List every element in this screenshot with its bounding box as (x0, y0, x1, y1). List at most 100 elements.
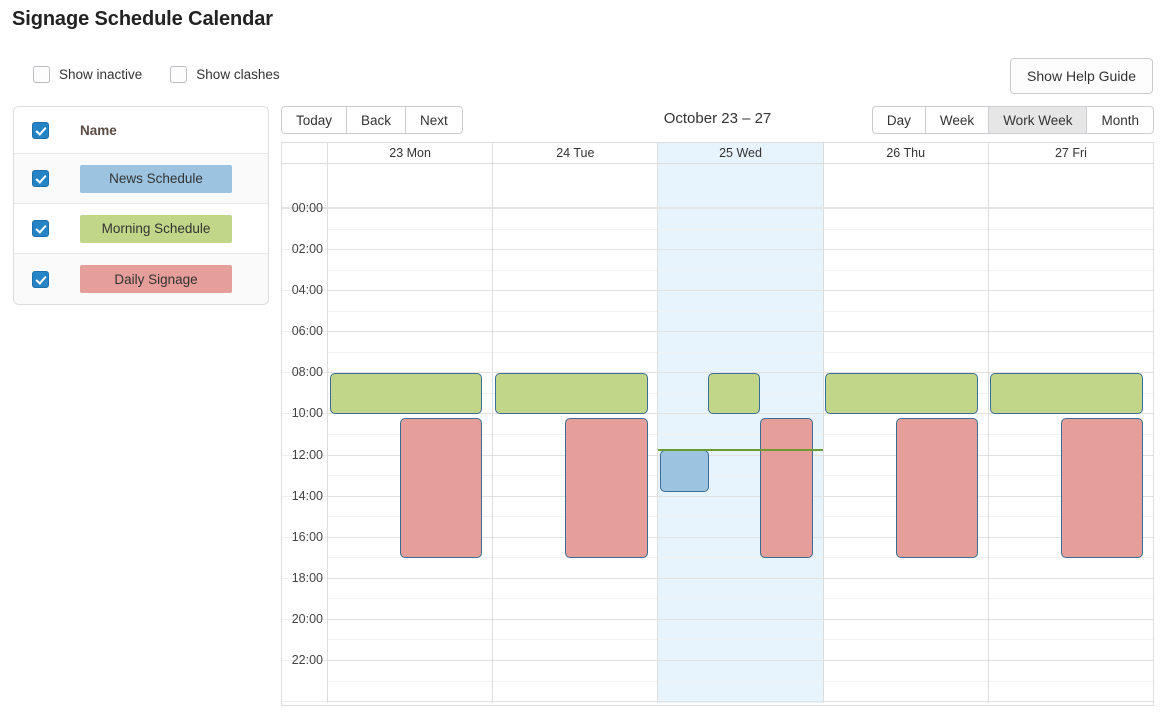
day-column-3[interactable] (823, 209, 989, 703)
day-column-4[interactable] (988, 209, 1153, 703)
view-month-button[interactable]: Month (1086, 106, 1154, 134)
view-day-button[interactable]: Day (871, 106, 925, 134)
view-work-week-button[interactable]: Work Week (988, 106, 1087, 134)
calendar-event[interactable] (760, 417, 813, 559)
day-column-1[interactable] (493, 209, 659, 703)
grid-subrow (328, 558, 493, 579)
calendar-event[interactable] (660, 450, 710, 492)
grid-cell[interactable] (658, 209, 823, 251)
morning-checkbox-cell[interactable] (32, 220, 80, 237)
day-header-3[interactable]: 26 Thu (824, 143, 989, 163)
grid-subrow (988, 599, 1153, 620)
view-week-button[interactable]: Week (924, 106, 989, 134)
grid-cell[interactable] (328, 332, 493, 374)
news-schedule-chip[interactable]: News Schedule (80, 164, 232, 193)
all-day-cell-4[interactable] (989, 164, 1153, 207)
grid-cell[interactable] (988, 332, 1153, 374)
time-slot-11: 22:00 (282, 653, 327, 703)
grid-cell[interactable] (328, 579, 493, 620)
news-checkbox-cell[interactable] (32, 170, 80, 187)
daily-signage-chip[interactable]: Daily Signage (80, 265, 232, 293)
grid-subrow (658, 250, 823, 271)
grid-cell[interactable] (823, 291, 988, 333)
view-switcher-group: Day Week Work Week Month (871, 106, 1154, 134)
show-clashes-checkbox[interactable] (170, 66, 188, 83)
grid-cell[interactable] (658, 332, 823, 374)
grid-subrow (988, 640, 1153, 662)
calendar-event[interactable] (329, 373, 483, 415)
grid-cell[interactable] (328, 620, 493, 662)
schedule-row-news[interactable]: News Schedule (14, 154, 268, 204)
grid-cell[interactable] (658, 291, 823, 333)
all-day-cell-1[interactable] (493, 164, 659, 207)
calendar-toolbar: Today Back Next October 23 – 27 Day Week… (281, 106, 1154, 138)
grid-subrow (658, 579, 823, 600)
grid-cell[interactable] (328, 661, 493, 703)
schedule-row-morning[interactable]: Morning Schedule (14, 204, 268, 254)
grid-cell[interactable] (988, 291, 1153, 333)
grid-cell[interactable] (328, 291, 493, 333)
all-day-cell-3[interactable] (824, 164, 989, 207)
morning-schedule-chip[interactable]: Morning Schedule (80, 214, 232, 243)
all-day-cell-0[interactable] (328, 164, 494, 207)
calendar-event[interactable] (565, 417, 648, 559)
day-header-1[interactable]: 24 Tue (493, 143, 659, 163)
grid-cell[interactable] (988, 620, 1153, 662)
day-header-2[interactable]: 25 Wed (658, 143, 824, 163)
daily-signage-checkbox[interactable] (32, 270, 49, 288)
grid-cell[interactable] (823, 250, 988, 292)
calendar-event[interactable] (895, 417, 978, 559)
grid-cell[interactable] (493, 332, 658, 374)
select-all-checkbox[interactable] (32, 121, 49, 139)
calendar-event[interactable] (400, 417, 483, 559)
header-gutter (282, 143, 328, 163)
day-column-2[interactable] (658, 209, 824, 703)
select-all-checkbox-cell[interactable] (32, 121, 80, 139)
grid-cell[interactable] (493, 291, 658, 333)
grid-cell[interactable] (988, 209, 1153, 251)
daily-checkbox-cell[interactable] (32, 270, 80, 288)
grid-cell[interactable] (823, 209, 988, 251)
grid-cell[interactable] (823, 579, 988, 620)
grid-cell[interactable] (823, 620, 988, 662)
grid-subrow (328, 682, 493, 703)
grid-cell[interactable] (328, 209, 493, 251)
grid-subrow (823, 640, 988, 662)
grid-subrow (823, 599, 988, 620)
calendar-event[interactable] (707, 373, 761, 415)
show-help-guide-button[interactable]: Show Help Guide (1010, 58, 1153, 94)
grid-cell[interactable] (988, 579, 1153, 620)
show-inactive-label: Show inactive (59, 67, 143, 82)
show-inactive-checkbox[interactable] (33, 66, 50, 83)
grid-cell[interactable] (988, 661, 1153, 703)
grid-cell[interactable] (493, 209, 658, 251)
day-column-0[interactable] (328, 209, 494, 703)
grid-subrow (493, 250, 658, 271)
calendar-event[interactable] (825, 373, 978, 415)
grid-cell[interactable] (658, 620, 823, 662)
grid-cell[interactable] (823, 332, 988, 374)
grid-cell[interactable] (658, 661, 823, 703)
grid-cell[interactable] (493, 620, 658, 662)
filter-show-clashes[interactable]: Show clashes (170, 66, 280, 83)
day-header-4[interactable]: 27 Fri (989, 143, 1153, 163)
all-day-cell-2[interactable] (658, 164, 824, 207)
grid-subrow (493, 291, 658, 312)
grid-cell[interactable] (493, 250, 658, 292)
grid-cell[interactable] (823, 661, 988, 703)
calendar-event[interactable] (990, 373, 1144, 415)
grid-cell[interactable] (493, 661, 658, 703)
calendar-event[interactable] (494, 373, 648, 415)
grid-cell[interactable] (658, 579, 823, 620)
time-label-5: 10:00 (291, 406, 323, 421)
schedule-row-daily[interactable]: Daily Signage (14, 254, 268, 304)
filter-show-inactive[interactable]: Show inactive (33, 66, 142, 83)
news-schedule-checkbox[interactable] (32, 170, 49, 187)
grid-cell[interactable] (988, 250, 1153, 292)
morning-schedule-checkbox[interactable] (32, 220, 49, 237)
day-header-0[interactable]: 23 Mon (328, 143, 494, 163)
grid-cell[interactable] (658, 250, 823, 292)
grid-cell[interactable] (328, 250, 493, 292)
calendar-event[interactable] (1061, 417, 1144, 559)
grid-cell[interactable] (493, 579, 658, 620)
